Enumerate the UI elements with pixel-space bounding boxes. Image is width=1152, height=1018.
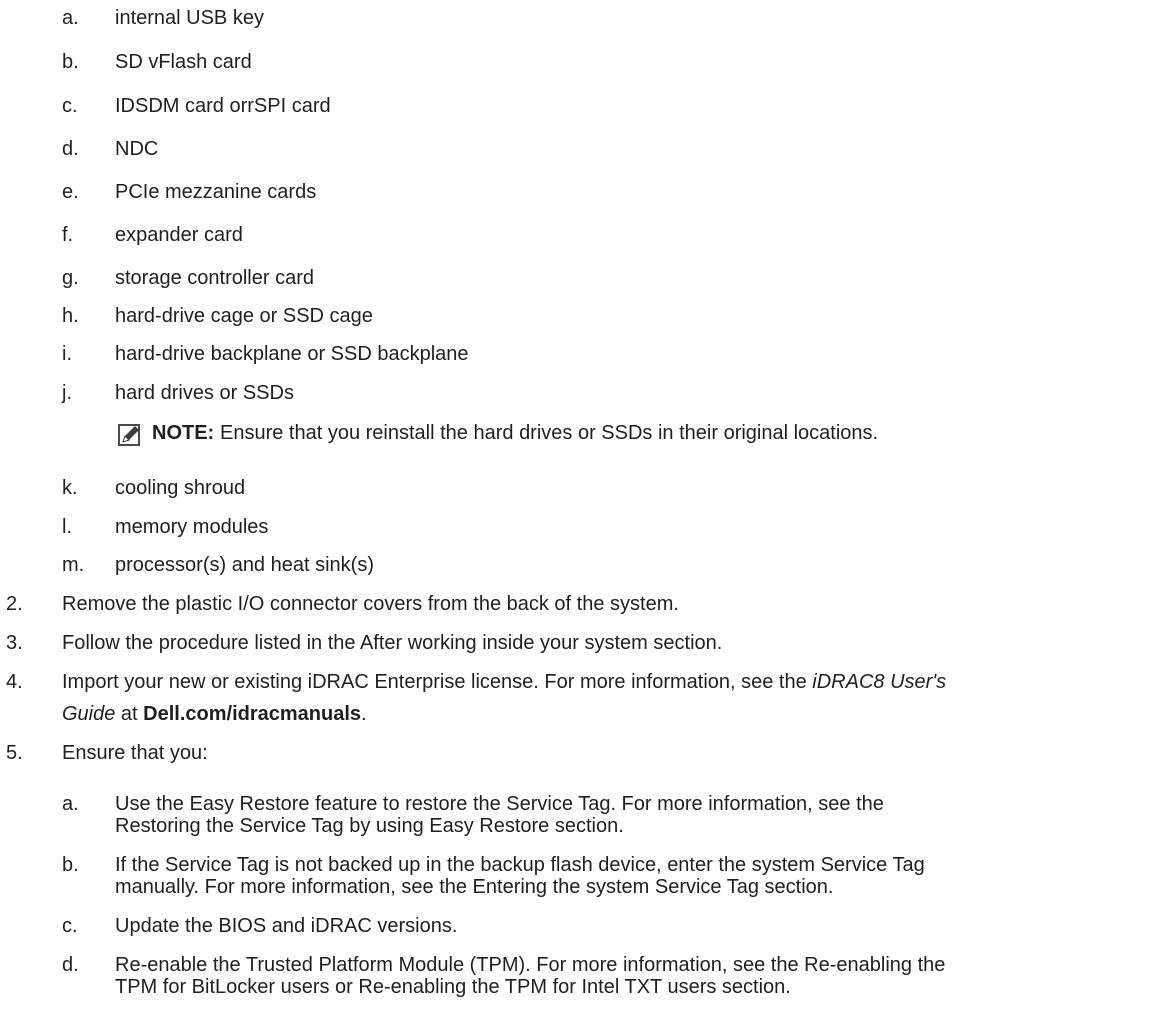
list-marker: b. — [62, 854, 79, 876]
list-item-text: hard-drive backplane or SSD backplane — [115, 343, 469, 365]
list-marker: c. — [62, 95, 78, 117]
list-item-text: Re-enable the Trusted Platform Module (T… — [115, 954, 946, 976]
step-marker: 3. — [6, 632, 23, 654]
list-item-text: storage controller card — [115, 267, 314, 289]
list-item-text: If the Service Tag is not backed up in t… — [115, 854, 925, 876]
step-text-part: . — [361, 703, 367, 725]
list-marker: g. — [62, 267, 79, 289]
step-marker: 2. — [6, 593, 23, 615]
list-item-text: IDSDM card orrSPI card — [115, 95, 331, 117]
list-item-text: manually. For more information, see the … — [115, 876, 834, 898]
step-text-part: Import your new or existing iDRAC Enterp… — [62, 671, 813, 693]
list-item-text: NDC — [115, 138, 159, 160]
list-marker: l. — [62, 516, 72, 538]
list-item-text: hard-drive cage or SSD cage — [115, 305, 373, 327]
list-marker: c. — [62, 915, 78, 937]
step-text: Guide at Dell.com/idracmanuals. — [62, 702, 367, 726]
list-marker: e. — [62, 181, 79, 203]
list-item-text: internal USB key — [115, 7, 264, 29]
pencil-note-icon — [118, 424, 140, 446]
step-text: Import your new or existing iDRAC Enterp… — [62, 670, 946, 694]
list-marker: b. — [62, 51, 79, 73]
list-item-text: processor(s) and heat sink(s) — [115, 554, 374, 576]
list-marker: f. — [62, 224, 74, 246]
manuals-link[interactable]: Dell.com/idracmanuals — [143, 703, 361, 725]
step-text: Follow the procedure listed in the After… — [62, 632, 723, 654]
guide-title: iDRAC8 User's — [812, 671, 947, 693]
list-item-text: expander card — [115, 224, 243, 246]
list-marker: d. — [62, 138, 79, 160]
list-marker: k. — [62, 477, 78, 499]
list-marker: i. — [62, 343, 72, 365]
list-item-text: PCIe mezzanine cards — [115, 181, 317, 203]
guide-title: Guide — [62, 703, 116, 725]
step-marker: 5. — [6, 742, 23, 764]
list-item-text: Use the Easy Restore feature to restore … — [115, 793, 884, 815]
list-marker: d. — [62, 954, 79, 976]
list-marker: a. — [62, 7, 79, 29]
note-text: Ensure that you reinstall the hard drive… — [220, 422, 879, 444]
list-marker: h. — [62, 305, 79, 327]
note-label: NOTE: — [152, 422, 215, 444]
list-item-text: hard drives or SSDs — [115, 382, 294, 404]
step-marker: 4. — [6, 671, 23, 693]
step-text-part: at — [115, 703, 144, 725]
list-item-text: TPM for BitLocker users or Re-enabling t… — [115, 976, 791, 998]
step-text: Remove the plastic I/O connector covers … — [62, 593, 679, 615]
list-item-text: Update the BIOS and iDRAC versions. — [115, 915, 458, 937]
list-item-text: SD vFlash card — [115, 51, 252, 73]
step-text: Ensure that you: — [62, 742, 208, 764]
list-item-text: cooling shroud — [115, 477, 246, 499]
list-marker: m. — [62, 554, 85, 576]
list-marker: a. — [62, 793, 79, 815]
list-item-text: Restoring the Service Tag by using Easy … — [115, 815, 624, 837]
list-item-text: memory modules — [115, 516, 269, 538]
list-marker: j. — [62, 382, 72, 404]
